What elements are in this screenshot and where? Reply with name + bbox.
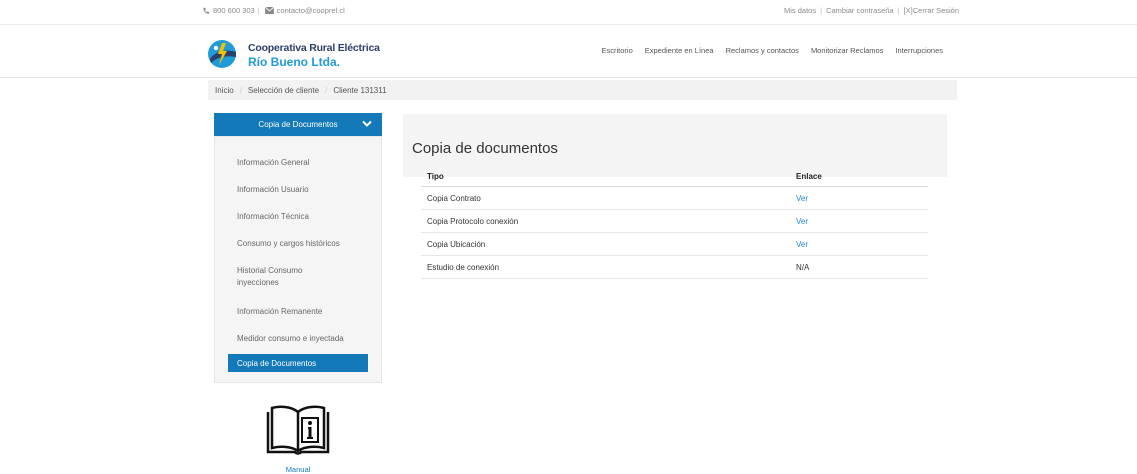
brand-line-2: Río Bueno Ltda. — [248, 54, 340, 69]
cell-tipo: Copia Ubicación — [421, 232, 790, 256]
ver-copia-protocolo-link[interactable]: Ver — [790, 209, 928, 233]
breadcrumb: Inicio / Selección de cliente / Cliente … — [208, 80, 957, 100]
phone-number: 800 600 303 — [213, 6, 255, 15]
table-header-row: Tipo Enlace — [421, 166, 928, 187]
contact-info: 800 600 303 | contacto@cooprel.cl — [202, 6, 345, 15]
table-row: Copia Contrato Ver — [421, 186, 928, 210]
top-contact-bar: 800 600 303 | contacto@cooprel.cl Mis da… — [0, 0, 1137, 25]
nav-expediente[interactable]: Expediente en Línea — [645, 46, 714, 55]
sidebar-dropdown-toggle[interactable]: Copia de Documentos — [214, 113, 382, 136]
main-navigation: Escritorio Expediente en Línea Reclamos … — [589, 46, 943, 55]
sidebar-item-consumo-cargos[interactable]: Consumo y cargos históricos — [237, 238, 367, 250]
brand-line-1: Cooperativa Rural Eléctrica — [248, 42, 380, 54]
table-row: Estudio de conexión N/A — [421, 255, 928, 279]
documents-table: Tipo Enlace Copia Contrato Ver Copia Pro… — [421, 166, 928, 279]
nav-interrupciones[interactable]: Interrupciones — [895, 46, 943, 55]
nav-reclamos[interactable]: Reclamos y contactos — [726, 46, 799, 55]
ver-copia-contrato-link[interactable]: Ver — [790, 186, 928, 210]
breadcrumb-cliente: Cliente 131311 — [333, 85, 387, 95]
sidebar-menu: Información General Información Usuario … — [214, 136, 382, 383]
my-data-link[interactable]: Mis datos — [784, 6, 816, 15]
nav-escritorio[interactable]: Escritorio — [601, 46, 632, 55]
sidebar-item-informacion-remanente[interactable]: Información Remanente — [237, 306, 367, 318]
breadcrumb-inicio[interactable]: Inicio — [215, 86, 234, 95]
column-header-tipo: Tipo — [421, 166, 790, 187]
sidebar-header-label: Copia de Documentos — [258, 120, 338, 129]
column-header-enlace: Enlace — [790, 166, 928, 187]
cell-enlace-na: N/A — [790, 255, 928, 279]
sidebar-item-historial-consumo[interactable]: Historial Consumo inyecciones — [237, 265, 337, 289]
site-header: Cooperativa Rural Eléctrica Río Bueno Lt… — [0, 25, 1137, 78]
phone-icon — [203, 7, 210, 14]
sidebar-item-informacion-general[interactable]: Información General — [237, 157, 367, 169]
sidebar-item-copia-documentos[interactable]: Copia de Documentos — [228, 354, 368, 372]
logout-link[interactable]: [X]Cerrar Sesión — [904, 6, 959, 15]
nav-monitorizar[interactable]: Monitorizar Reclamos — [811, 46, 884, 55]
cell-tipo: Copia Contrato — [421, 186, 790, 210]
envelope-icon — [264, 7, 274, 14]
cell-tipo: Copia Protocolo conexión — [421, 209, 790, 233]
page-title: Copia de documentos — [412, 140, 558, 157]
chevron-down-icon — [362, 120, 372, 127]
sidebar-item-medidor-consumo[interactable]: Medidor consumo e inyectada — [237, 333, 367, 345]
sidebar-item-informacion-usuario[interactable]: Información Usuario — [237, 184, 367, 196]
cooperative-logo-icon[interactable] — [205, 39, 239, 69]
change-password-link[interactable]: Cambiar contraseña — [826, 6, 894, 15]
ver-copia-ubicacion-link[interactable]: Ver — [790, 232, 928, 256]
table-row: Copia Protocolo conexión Ver — [421, 209, 928, 233]
email-link[interactable]: contacto@cooprel.cl — [277, 6, 345, 15]
sidebar-item-informacion-tecnica[interactable]: Información Técnica — [237, 211, 367, 223]
breadcrumb-seleccion-cliente[interactable]: Selección de cliente — [248, 86, 319, 95]
brand-name[interactable]: Cooperativa Rural Eléctrica Río Bueno Lt… — [248, 43, 380, 68]
manual-book-icon[interactable] — [265, 404, 331, 456]
cell-tipo: Estudio de conexión — [421, 255, 790, 279]
user-links: Mis datos | Cambiar contraseña | [X]Cerr… — [784, 6, 959, 15]
table-row: Copia Ubicación Ver — [421, 232, 928, 256]
